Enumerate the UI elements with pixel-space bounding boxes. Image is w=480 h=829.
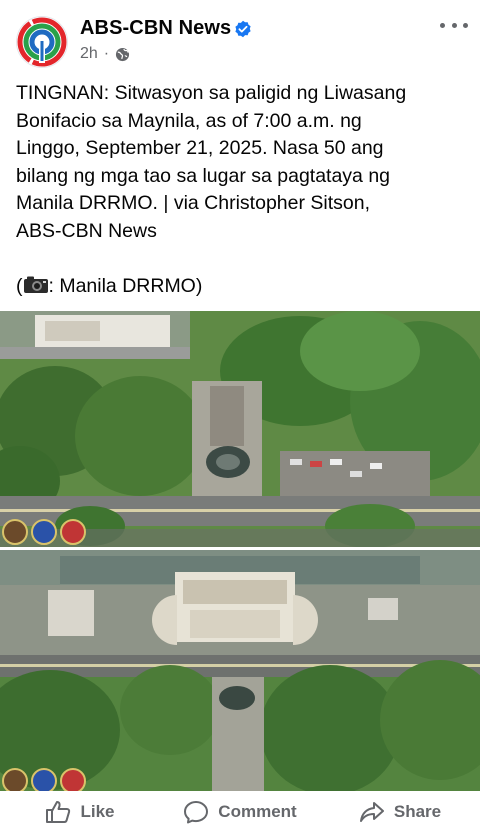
- agency-logo-icon: [31, 768, 57, 791]
- post-caption: TINGNAN: Sitwasyon sa paligid ng Liwasan…: [16, 80, 466, 300]
- dot-separator: ·: [103, 45, 110, 62]
- caption-line: bilang ng mga tao sa lugar sa pagtataya …: [16, 164, 391, 187]
- post-meta: 2h ·: [80, 45, 130, 63]
- share-button[interactable]: Share: [320, 795, 480, 829]
- agency-logos: [2, 768, 86, 791]
- post-action-bar: Like Comment Share: [0, 795, 480, 829]
- post-photo-1[interactable]: [0, 311, 480, 547]
- page-name[interactable]: ABS-CBN News: [80, 17, 231, 40]
- comment-icon: [184, 801, 209, 824]
- agency-logo-icon: [31, 519, 57, 545]
- post-time[interactable]: 2h: [80, 45, 98, 63]
- agency-logo-icon: [2, 768, 28, 791]
- agency-logo-icon: [60, 519, 86, 545]
- abs-cbn-logo-icon: [17, 17, 67, 67]
- post-photo-2[interactable]: [0, 550, 480, 791]
- verified-badge-icon: [235, 20, 251, 38]
- like-label: Like: [80, 802, 115, 821]
- comment-label: Comment: [218, 802, 297, 821]
- caption-line: ABS-CBN News: [16, 219, 157, 242]
- like-button[interactable]: Like: [0, 795, 160, 829]
- caption-line: Manila DRRMO. | via Christopher Sitson,: [16, 192, 371, 214]
- photo-credit: ( : Manila DRRMO): [16, 274, 203, 297]
- agency-logo-icon: [2, 519, 28, 545]
- agency-logos: [2, 519, 86, 545]
- thumbs-up-icon: [46, 801, 71, 823]
- camera-icon: [23, 276, 48, 293]
- share-icon: [359, 802, 384, 822]
- share-label: Share: [393, 802, 442, 821]
- caption-line: Bonifacio sa Maynila, as of 7:00 a.m. ng: [16, 109, 362, 132]
- comment-button[interactable]: Comment: [160, 795, 320, 829]
- globe-icon: [116, 47, 130, 61]
- agency-logo-icon: [60, 768, 86, 791]
- caption-line: TINGNAN: Sitwasyon sa paligid ng Liwasan…: [16, 82, 407, 104]
- caption-line: Linggo, September 21, 2025. Nasa 50 ang: [16, 137, 384, 159]
- post-header: ABS-CBN News 2h ·: [0, 0, 480, 78]
- page-avatar[interactable]: [16, 16, 68, 68]
- more-options-icon[interactable]: [440, 15, 468, 35]
